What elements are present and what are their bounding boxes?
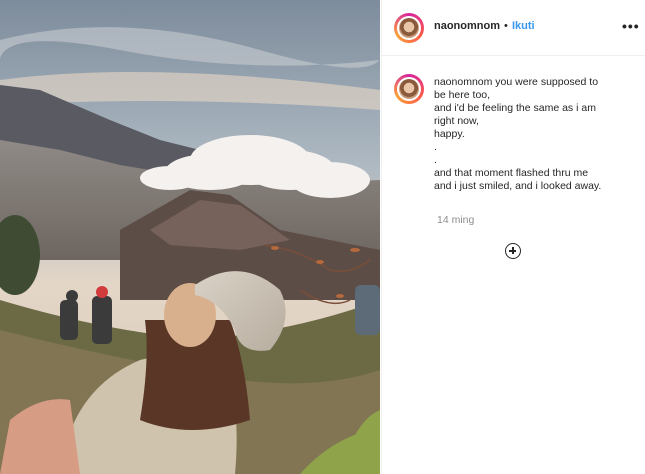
caption-text-line: . — [434, 141, 437, 153]
caption-text-line: happy. — [434, 128, 465, 140]
avatar[interactable] — [394, 13, 424, 43]
caption-text-line: and i'd be feeling the same as i am — [434, 102, 596, 114]
caption-text-line: . — [434, 154, 437, 166]
caption-text-line: and i just smiled, and i looked away. — [434, 180, 602, 192]
caption: naonomnom you were supposed to be here t… — [434, 76, 634, 193]
caption-text-line: be here too, — [434, 89, 491, 101]
post-photo[interactable] — [0, 0, 380, 474]
follow-button[interactable]: Ikuti — [512, 20, 535, 32]
avatar-image — [399, 79, 419, 99]
caption-text-line: you were supposed to — [495, 76, 599, 88]
post-timestamp[interactable]: 14 ming — [437, 214, 474, 226]
caption-text-line: right now, — [434, 115, 479, 127]
caption-text-line: and that moment flashed thru me — [434, 167, 589, 179]
post-header: naonomnom • Ikuti ••• — [382, 0, 645, 56]
post-sidebar: naonomnom • Ikuti ••• naonomnom you were… — [381, 0, 645, 474]
caption-avatar[interactable] — [394, 74, 424, 104]
plus-circle-icon[interactable] — [505, 243, 521, 259]
header-username[interactable]: naonomnom — [434, 20, 500, 32]
more-horizontal-icon[interactable]: ••• — [622, 18, 640, 34]
avatar-image — [399, 18, 419, 38]
separator-dot: • — [504, 20, 508, 32]
caption-first-line: naonomnom you were supposed to — [434, 76, 634, 89]
post-image — [0, 0, 380, 474]
caption-username[interactable]: naonomnom — [434, 76, 492, 88]
